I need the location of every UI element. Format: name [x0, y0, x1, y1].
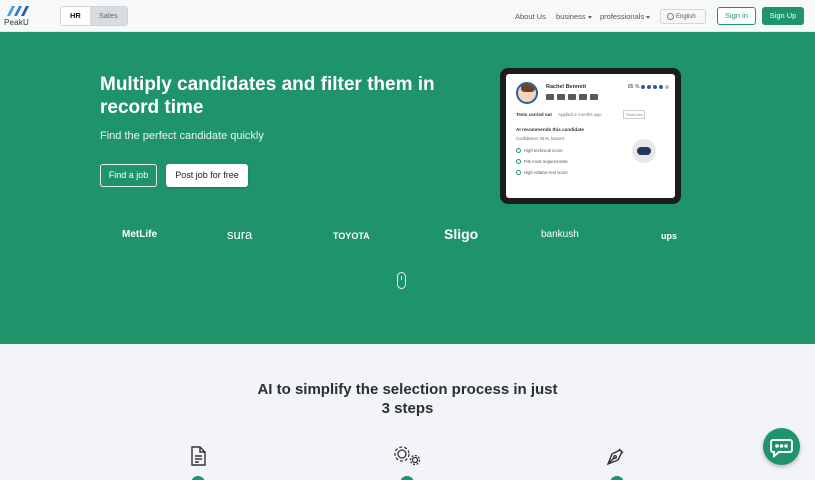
- nav-business-menu[interactable]: business: [556, 12, 592, 21]
- pen-tool-icon: [606, 448, 624, 466]
- sign-up-button[interactable]: Sign Up: [762, 7, 804, 25]
- step-marker: [191, 476, 205, 480]
- scroll-mouse-icon[interactable]: [397, 272, 406, 289]
- tests-label: Tests carried out: [516, 112, 552, 117]
- steps-section-title: AI to simplify the selection process in …: [250, 380, 565, 418]
- post-job-button[interactable]: Post job for free: [166, 164, 248, 187]
- check-icon: [516, 170, 521, 175]
- applied-date: Applied 2 months ago: [558, 112, 602, 117]
- candidate-name: Rachel Bennett: [546, 84, 587, 90]
- logo-ups: ups: [661, 231, 678, 241]
- skill-chips: [546, 94, 598, 100]
- logo-bankush: bankush: [541, 229, 579, 240]
- sign-in-button[interactable]: Sign in: [717, 7, 756, 25]
- hero-title: Multiply candidates and filter them in r…: [100, 74, 435, 118]
- top-navbar: PeakU HR Sales About Us business profess…: [0, 0, 815, 32]
- hero-wave-divider: [0, 300, 815, 341]
- nav-business-label: business: [556, 12, 586, 21]
- tab-hr[interactable]: HR: [61, 7, 90, 25]
- nav-professionals-menu[interactable]: professionals: [600, 12, 651, 21]
- steps-title-line2: 3 steps: [381, 400, 434, 417]
- confidence-text: Confidence: 91%, factors:: [516, 136, 566, 141]
- document-icon: [191, 446, 206, 466]
- logo-toyota: TOYOTA: [333, 231, 370, 241]
- language-selector[interactable]: English: [660, 9, 706, 24]
- check-item: High technical score: [516, 148, 563, 153]
- chat-bubble-icon: [770, 439, 793, 459]
- check-item: High relative test score: [516, 170, 568, 175]
- steps-title-line1: AI to simplify the selection process in …: [257, 381, 558, 398]
- nav-about-us[interactable]: About Us: [515, 12, 546, 21]
- hero-subtitle: Find the perfect candidate quickly: [100, 130, 264, 142]
- candidate-avatar: [516, 82, 538, 104]
- brand-name: PeakU: [4, 18, 30, 27]
- gears-icon: [394, 446, 421, 466]
- check-icon: [516, 148, 521, 153]
- find-job-button[interactable]: Find a job: [100, 164, 157, 187]
- globe-icon: [667, 13, 674, 20]
- chevron-down-icon: [646, 15, 651, 19]
- tab-sales[interactable]: Sales: [89, 7, 127, 25]
- tablet-mockup: Rachel Bennett 85 % Tests carried out Ap…: [500, 68, 681, 204]
- chat-button[interactable]: [763, 428, 800, 465]
- logo-sura: sura: [227, 227, 253, 242]
- score-value: 85 %: [628, 84, 640, 90]
- logo-metlife: MetLife: [122, 229, 157, 240]
- nav-professionals-label: professionals: [600, 12, 645, 21]
- check-icon: [516, 159, 521, 164]
- check-item: Fits most requirements: [516, 159, 568, 164]
- ai-recommendation: AI recommends this candidate: [516, 127, 584, 132]
- ai-bot-icon: [632, 139, 656, 163]
- audience-toggle: HR Sales: [60, 6, 128, 26]
- chevron-down-icon: [587, 15, 592, 19]
- candidate-score: 85 %: [628, 84, 670, 90]
- logo-sligo: Sligo: [444, 226, 479, 242]
- show-tests-button: Show tes: [623, 110, 646, 119]
- step-marker: [400, 476, 414, 480]
- step-marker: [610, 476, 624, 480]
- language-label: English: [676, 13, 696, 20]
- candidate-card: Rachel Bennett 85 % Tests carried out Ap…: [506, 74, 675, 198]
